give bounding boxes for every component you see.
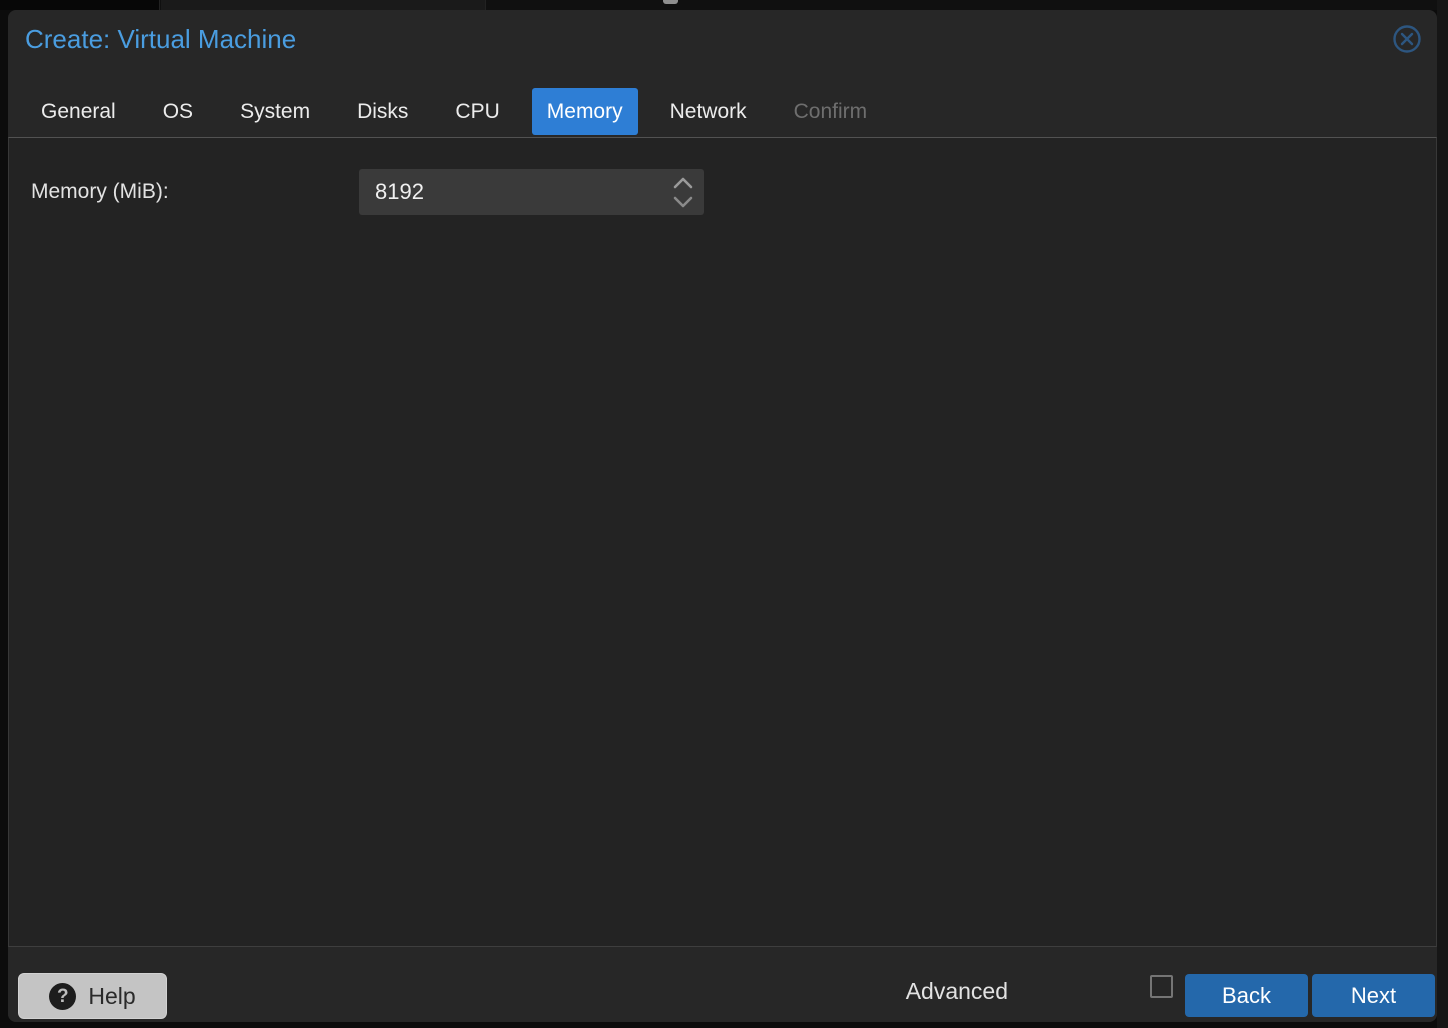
wizard-tabbar: General OS System Disks CPU Memory Netwo…: [26, 88, 899, 135]
next-button[interactable]: Next: [1312, 974, 1435, 1017]
advanced-checkbox[interactable]: [1150, 975, 1173, 998]
tab-memory[interactable]: Memory: [532, 88, 638, 135]
memory-spinner: [670, 175, 696, 209]
memory-tab-panel: Memory (MiB):: [8, 137, 1437, 947]
background-panel-segment: [161, 0, 486, 10]
help-button-label: Help: [88, 983, 135, 1010]
question-mark-icon: ?: [49, 983, 76, 1010]
close-icon[interactable]: [1392, 24, 1422, 54]
background-page-strip: [0, 0, 1448, 10]
background-panel-segment: [0, 0, 160, 10]
create-vm-dialog: Create: Virtual Machine General OS Syste…: [8, 10, 1437, 1022]
tab-confirm: Confirm: [779, 88, 883, 135]
background-page-edge: 8 3 0 5 8: [1437, 0, 1448, 1028]
memory-form-row: Memory (MiB):: [31, 169, 711, 215]
dialog-title: Create: Virtual Machine: [25, 24, 296, 54]
memory-field-label: Memory (MiB):: [31, 169, 169, 215]
advanced-checkbox-label: Advanced: [906, 978, 1008, 1005]
spinner-down-button[interactable]: [670, 194, 696, 209]
tab-system[interactable]: System: [225, 88, 325, 135]
tab-cpu[interactable]: CPU: [440, 88, 514, 135]
spinner-up-button[interactable]: [670, 175, 696, 190]
tab-disks[interactable]: Disks: [342, 88, 423, 135]
memory-input[interactable]: [359, 169, 704, 215]
tab-os[interactable]: OS: [148, 88, 208, 135]
tab-general[interactable]: General: [26, 88, 131, 135]
memory-field: [359, 169, 704, 215]
help-button[interactable]: ? Help: [18, 973, 167, 1019]
back-button[interactable]: Back: [1185, 974, 1308, 1017]
tab-network[interactable]: Network: [655, 88, 762, 135]
splitter-grip-icon: [663, 0, 678, 4]
dialog-footer: ? Help Advanced Back Next: [8, 948, 1437, 1022]
